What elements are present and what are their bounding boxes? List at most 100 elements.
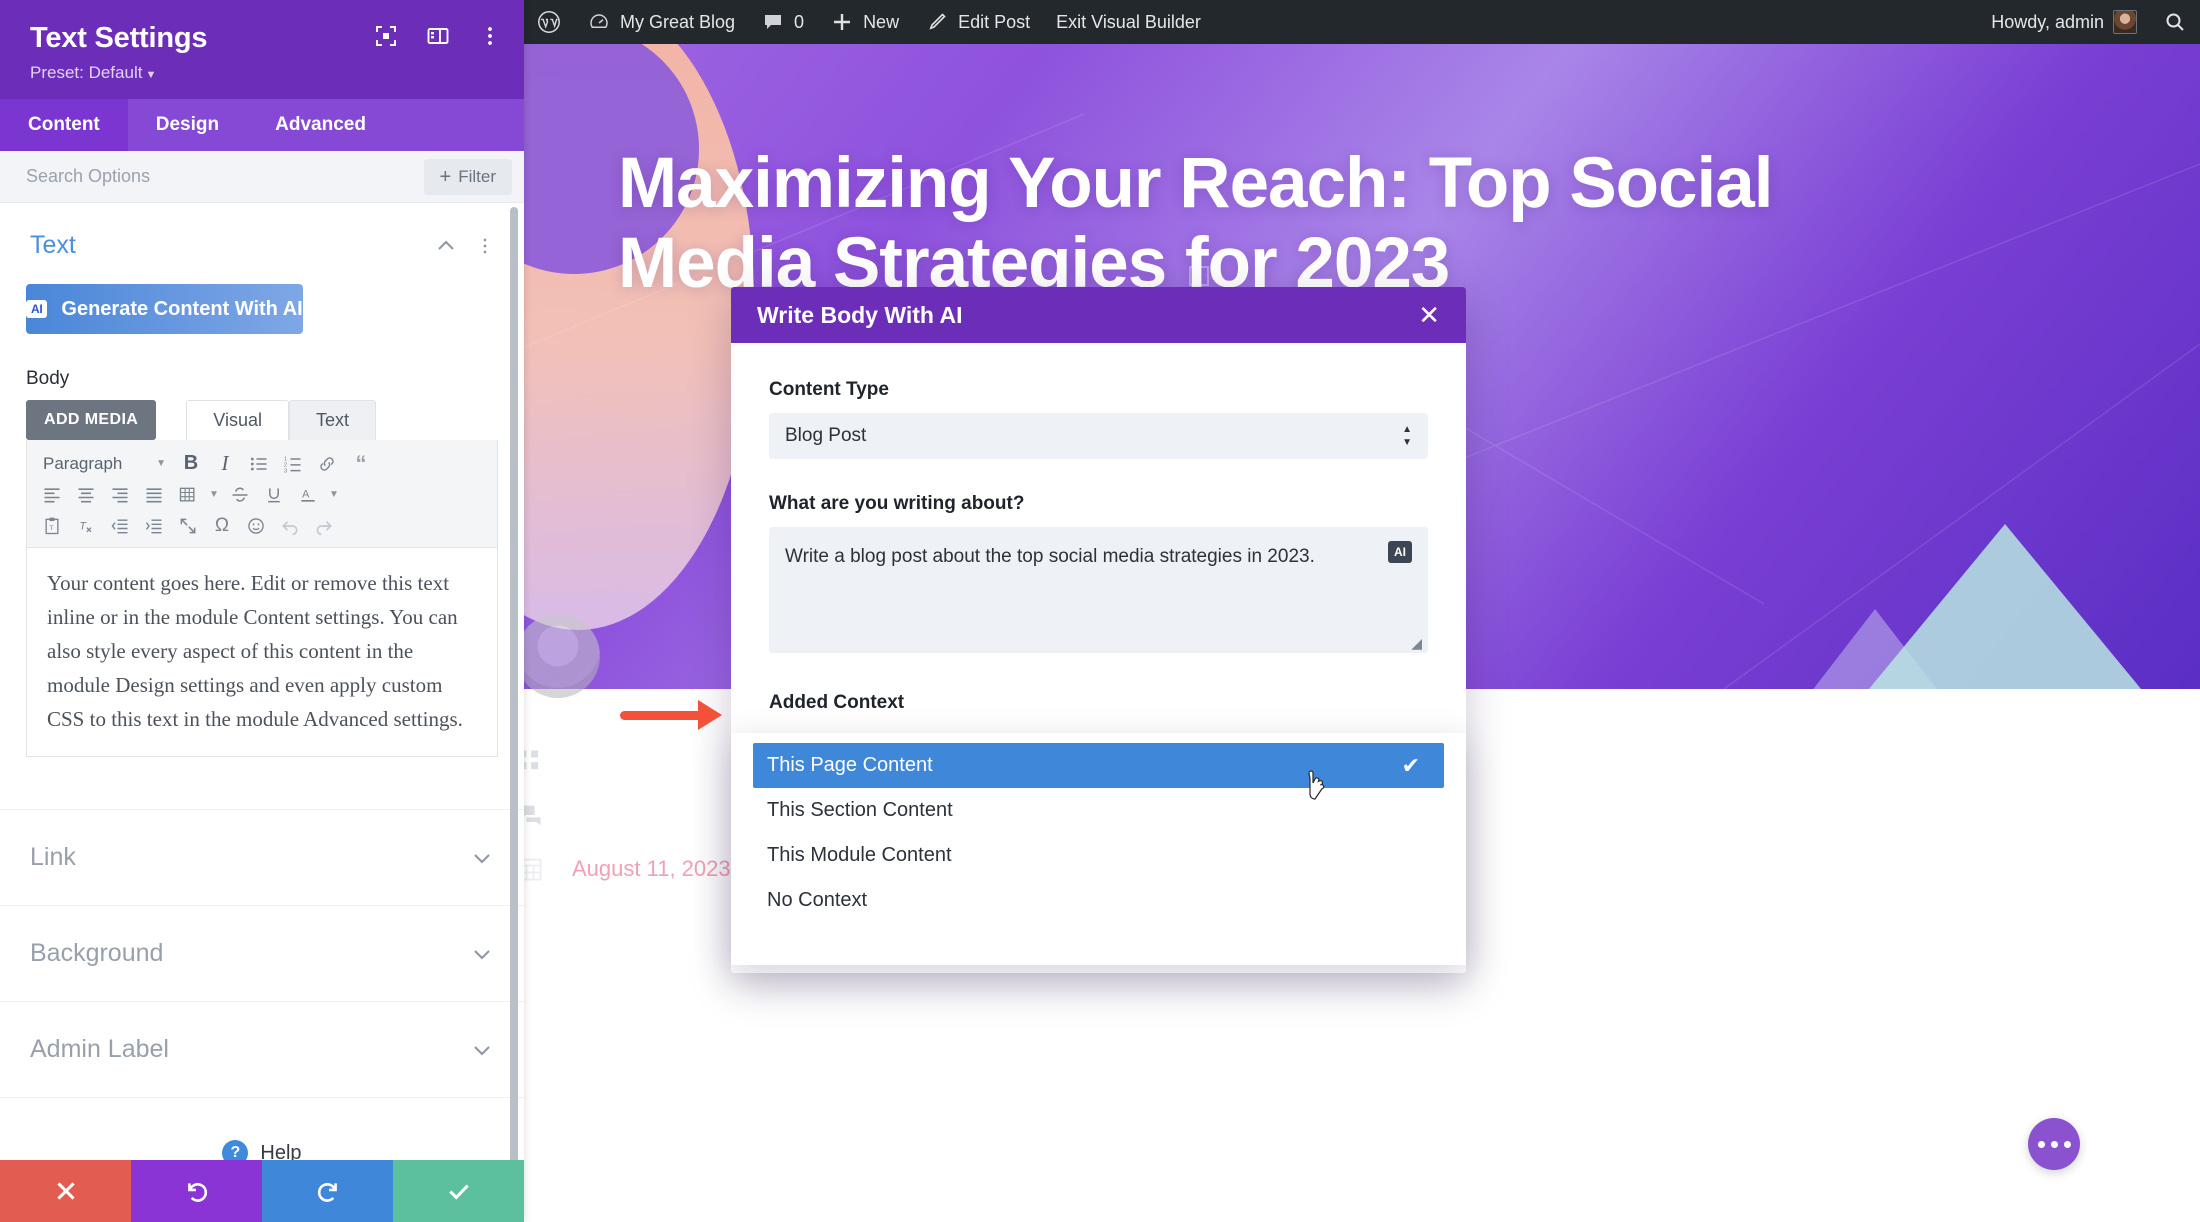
search-input[interactable] — [26, 166, 424, 187]
post-date: August 11, 2023 — [572, 856, 731, 881]
special-character-icon[interactable]: Ω — [207, 512, 237, 540]
align-right-icon[interactable] — [105, 481, 135, 509]
clear-formatting-icon[interactable]: T — [71, 512, 101, 540]
filter-button[interactable]: + Filter — [423, 158, 512, 195]
edit-post-link[interactable]: Edit Post — [912, 0, 1043, 44]
bulleted-list-icon[interactable] — [244, 450, 274, 478]
scrollbar-thumb[interactable] — [510, 207, 518, 1160]
search-and-filter-row: + Filter — [0, 151, 524, 203]
blockquote-icon[interactable]: “ — [346, 450, 376, 478]
context-option-no-context[interactable]: No Context — [731, 878, 1466, 923]
save-button[interactable] — [393, 1160, 524, 1222]
post-meta-tags-row — [524, 747, 544, 775]
tab-advanced[interactable]: Advanced — [247, 99, 394, 151]
chevron-down-icon — [474, 853, 490, 863]
tab-content[interactable]: Content — [0, 99, 128, 151]
svg-text:T: T — [50, 525, 54, 532]
hero-triangle-teal-decor — [1770, 524, 2200, 689]
bold-icon[interactable]: B — [176, 450, 206, 478]
italic-icon[interactable]: I — [210, 450, 240, 478]
editor-toolbar: Paragraph ▼ B I 123 “ ▼ A ▼ T T Ω — [26, 440, 498, 548]
align-left-icon[interactable] — [37, 481, 67, 509]
filter-label: Filter — [458, 166, 496, 186]
wordpress-icon — [538, 11, 560, 33]
generate-content-with-ai-button[interactable]: AI Generate Content With AI — [26, 284, 303, 334]
context-option-this-page-content[interactable]: This Page Content ✔ — [753, 743, 1444, 788]
stepper-arrows-icon: ▲ ▼ — [1402, 423, 1412, 448]
content-type-select[interactable]: Blog Post ▲ ▼ — [769, 413, 1428, 459]
mouse-cursor-pointer — [1308, 770, 1325, 800]
comment-bubble-icon — [765, 15, 782, 29]
outdent-icon[interactable] — [105, 512, 135, 540]
body-content-text[interactable]: Your content goes here. Edit or remove t… — [26, 548, 498, 758]
preset-selector[interactable]: Preset: Default ▼ — [30, 63, 498, 83]
emoji-icon[interactable] — [241, 512, 271, 540]
account-menu[interactable]: Howdy, admin — [1978, 0, 2150, 44]
kebab-menu-icon[interactable] — [478, 24, 502, 48]
indent-icon[interactable] — [139, 512, 169, 540]
chevron-down-icon: ▼ — [156, 458, 166, 469]
align-center-icon[interactable] — [71, 481, 101, 509]
text-section-header[interactable]: Text — [0, 203, 524, 270]
comments-menu[interactable]: 0 — [748, 0, 817, 44]
ai-chip-icon[interactable]: AI — [1388, 541, 1412, 563]
scrollbar-track[interactable] — [510, 205, 521, 1160]
text-color-icon[interactable]: A — [293, 481, 323, 509]
dashboard-icon — [590, 14, 608, 28]
align-justify-icon[interactable] — [139, 481, 169, 509]
admin-search-button[interactable] — [2150, 0, 2200, 44]
settings-panel-body: Text AI Generate Content With AI Body AD… — [0, 203, 524, 1160]
context-option-this-section-content[interactable]: This Section Content — [731, 788, 1466, 833]
context-option-label: This Section Content — [767, 799, 953, 821]
close-icon[interactable]: ✕ — [1418, 302, 1440, 328]
undo-button[interactable] — [131, 1160, 262, 1222]
redo-button[interactable] — [262, 1160, 393, 1222]
svg-text:A: A — [302, 488, 310, 500]
chevron-down-icon — [474, 1045, 490, 1055]
modal-title: Write Body With AI — [757, 301, 963, 328]
plus-icon: + — [439, 165, 452, 188]
table-dropdown-caret-icon[interactable]: ▼ — [207, 481, 221, 509]
undo-icon[interactable] — [275, 512, 305, 540]
redo-icon[interactable] — [309, 512, 339, 540]
added-context-label: Added Context — [769, 692, 905, 713]
fullscreen-icon[interactable] — [374, 24, 398, 48]
table-icon[interactable] — [173, 481, 203, 509]
new-content-menu[interactable]: New — [817, 0, 912, 44]
kebab-menu-icon[interactable] — [476, 237, 494, 255]
help-link[interactable]: ? Help — [0, 1098, 524, 1160]
fullscreen-icon[interactable] — [173, 512, 203, 540]
discard-button[interactable] — [0, 1160, 131, 1222]
link-icon[interactable] — [312, 450, 342, 478]
resize-grip-icon[interactable]: ◢ — [1411, 635, 1422, 652]
tab-visual[interactable]: Visual — [186, 400, 289, 440]
context-option-this-module-content[interactable]: This Module Content — [731, 833, 1466, 878]
text-color-caret-icon[interactable]: ▼ — [327, 481, 341, 509]
strikethrough-icon[interactable] — [225, 481, 255, 509]
wordpress-logo-button[interactable] — [524, 0, 574, 44]
exit-builder-label: Exit Visual Builder — [1056, 11, 1201, 32]
fab-dot — [2050, 1140, 2058, 1148]
numbered-list-icon[interactable]: 123 — [278, 450, 308, 478]
paragraph-format-select[interactable]: Paragraph ▼ — [37, 450, 172, 478]
accordion-background[interactable]: Background — [0, 905, 524, 1001]
tab-design[interactable]: Design — [128, 99, 247, 151]
paste-as-text-icon[interactable]: T — [37, 512, 67, 540]
site-name-menu[interactable]: My Great Blog — [574, 0, 748, 44]
format-select-value: Paragraph — [43, 453, 123, 473]
editor-toolbar-row-2: ▼ A ▼ — [37, 479, 487, 510]
site-name-label: My Great Blog — [620, 11, 736, 32]
chevron-up-icon[interactable] — [434, 234, 458, 258]
body-editor: ADD MEDIA Visual Text Paragraph ▼ B I 1 … — [26, 400, 498, 758]
prompt-textarea[interactable] — [769, 527, 1428, 653]
exit-visual-builder-link[interactable]: Exit Visual Builder — [1043, 0, 1214, 44]
add-media-button[interactable]: ADD MEDIA — [26, 400, 157, 440]
tab-text[interactable]: Text — [288, 400, 376, 440]
accordion-link[interactable]: Link — [0, 809, 524, 905]
plus-icon — [834, 14, 851, 30]
prompt-field-wrap: AI ◢ — [769, 527, 1428, 658]
underline-icon[interactable] — [259, 481, 289, 509]
accordion-admin-label[interactable]: Admin Label — [0, 1001, 524, 1097]
layout-panel-icon[interactable] — [426, 24, 450, 48]
more-options-fab[interactable] — [2028, 1118, 2080, 1170]
